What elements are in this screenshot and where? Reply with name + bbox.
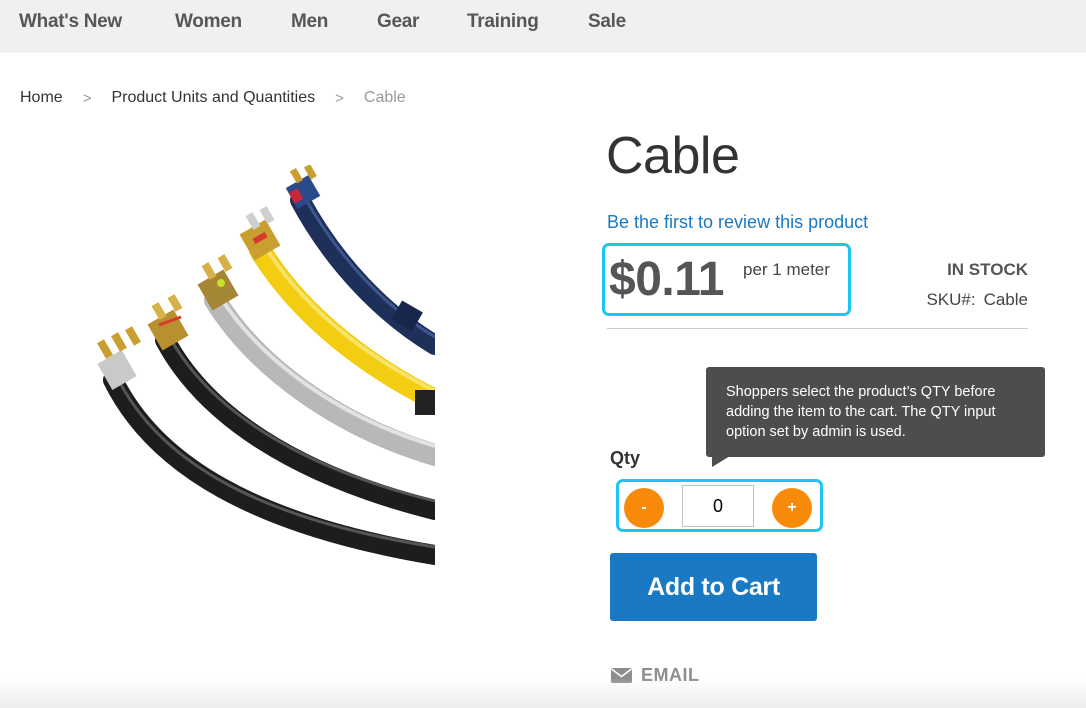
email-link[interactable]: EMAIL <box>611 665 700 686</box>
add-to-cart-button[interactable]: Add to Cart <box>610 553 817 621</box>
bottom-shadow <box>0 678 1086 708</box>
sku-label: SKU#: <box>926 290 976 309</box>
stock-status: IN STOCK <box>947 260 1028 279</box>
nav-item-men[interactable]: Men <box>291 11 328 33</box>
email-label: EMAIL <box>641 665 700 685</box>
nav-item-gear[interactable]: Gear <box>377 11 419 33</box>
nav-item-sale[interactable]: Sale <box>588 11 626 33</box>
quantity-stepper: - + <box>616 479 823 532</box>
product-title: Cable <box>606 127 740 185</box>
tooltip-arrow <box>712 456 730 467</box>
breadcrumb: Home > Product Units and Quantities > Ca… <box>20 89 406 107</box>
product-price: $0.11 <box>609 253 724 306</box>
tooltip: Shoppers select the product’s QTY before… <box>706 367 1045 457</box>
envelope-icon <box>611 668 632 683</box>
review-link[interactable]: Be the first to review this product <box>607 212 868 233</box>
divider <box>607 328 1028 329</box>
price-highlight-box: $0.11 per 1 meter <box>602 243 851 316</box>
sku: SKU#: Cable <box>926 290 1028 310</box>
breadcrumb-category[interactable]: Product Units and Quantities <box>111 89 315 107</box>
nav-item-whats-new[interactable]: What's New <box>19 11 122 33</box>
price-unit: per 1 meter <box>743 260 830 279</box>
qty-increment-button[interactable]: + <box>772 488 812 528</box>
breadcrumb-home[interactable]: Home <box>20 89 63 107</box>
qty-input[interactable] <box>682 485 754 527</box>
qty-decrement-button[interactable]: - <box>624 488 664 528</box>
breadcrumb-separator: > <box>82 89 92 107</box>
sku-value: Cable <box>983 290 1028 309</box>
qty-label: Qty <box>610 448 641 468</box>
nav-item-training[interactable]: Training <box>467 11 539 33</box>
top-navigation: What's New Women Men Gear Training Sale <box>0 0 1086 53</box>
breadcrumb-current: Cable <box>363 89 406 106</box>
product-image[interactable] <box>95 165 435 565</box>
breadcrumb-separator: > <box>335 89 344 107</box>
nav-item-women[interactable]: Women <box>175 11 242 33</box>
